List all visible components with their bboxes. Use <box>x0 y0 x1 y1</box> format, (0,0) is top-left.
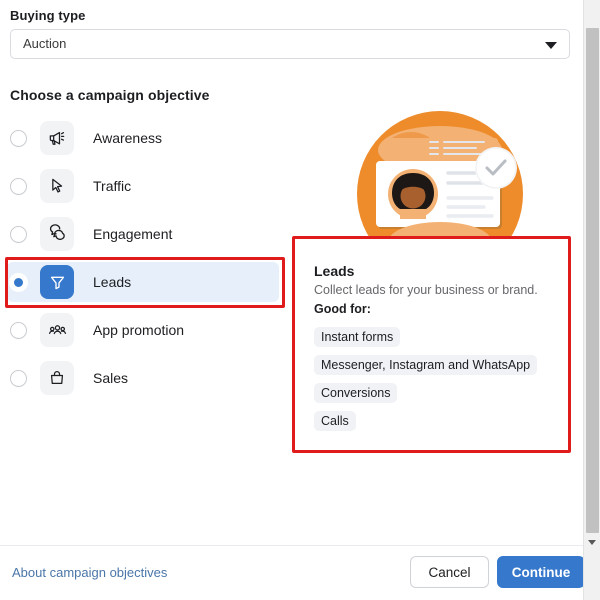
page-title: Choose a campaign objective <box>10 87 210 103</box>
chat-bubbles-icon <box>40 217 74 251</box>
radio-sales[interactable] <box>10 369 27 387</box>
objective-row-sales[interactable]: Sales <box>0 358 290 398</box>
buying-type-label: Buying type <box>10 8 86 23</box>
continue-button[interactable]: Continue <box>497 556 583 588</box>
scrollbar-thumb[interactable] <box>586 28 599 533</box>
funnel-icon <box>40 265 74 299</box>
objective-detail-panel: Leads Collect leads for your business or… <box>292 236 571 453</box>
objective-list: Awareness Traffic Engagement Leads App p… <box>0 118 290 406</box>
detail-description: Collect leads for your business or brand… <box>314 283 538 297</box>
good-for-label: Good for: <box>314 302 371 316</box>
objective-row-engagement[interactable]: Engagement <box>0 214 290 254</box>
campaign-objective-panel: Buying type Auction Choose a campaign ob… <box>0 0 583 600</box>
chip-messenger-instagram-whatsapp: Messenger, Instagram and WhatsApp <box>314 355 538 375</box>
chip-calls: Calls <box>314 411 356 431</box>
caret-down-icon[interactable] <box>588 540 596 545</box>
cancel-button[interactable]: Cancel <box>410 556 489 588</box>
objective-label-engagement: Engagement <box>93 226 173 242</box>
people-group-icon <box>40 313 74 347</box>
objective-label-awareness: Awareness <box>93 130 163 146</box>
buying-type-select[interactable]: Auction <box>10 29 570 59</box>
radio-traffic[interactable] <box>10 177 27 195</box>
objective-label-traffic: Traffic <box>93 178 132 194</box>
shopping-bag-icon <box>40 361 74 395</box>
chip-conversions: Conversions <box>314 383 398 403</box>
cursor-arrow-icon <box>40 169 74 203</box>
objective-row-traffic[interactable]: Traffic <box>0 166 290 206</box>
radio-leads[interactable] <box>10 273 27 291</box>
good-for-chip-list: Instant forms Messenger, Instagram and W… <box>314 327 564 439</box>
objective-label-leads: Leads <box>93 274 132 290</box>
objective-row-leads[interactable]: Leads <box>7 262 279 302</box>
megaphone-icon <box>40 121 74 155</box>
buying-type-value: Auction <box>23 36 67 51</box>
vertical-scrollbar[interactable] <box>583 0 600 600</box>
objective-row-app-promotion[interactable]: App promotion <box>0 310 290 350</box>
detail-title: Leads <box>314 263 355 279</box>
radio-engagement[interactable] <box>10 225 27 243</box>
about-campaign-objectives-link[interactable]: About campaign objectives <box>12 565 167 580</box>
objective-row-awareness[interactable]: Awareness <box>0 118 290 158</box>
radio-app-promotion[interactable] <box>10 321 27 339</box>
objective-label-sales: Sales <box>93 370 129 386</box>
objective-label-app-promotion: App promotion <box>93 322 185 338</box>
radio-awareness[interactable] <box>10 129 27 147</box>
chevron-down-icon <box>545 42 557 49</box>
footer-divider <box>0 545 583 546</box>
chip-instant-forms: Instant forms <box>314 327 401 347</box>
